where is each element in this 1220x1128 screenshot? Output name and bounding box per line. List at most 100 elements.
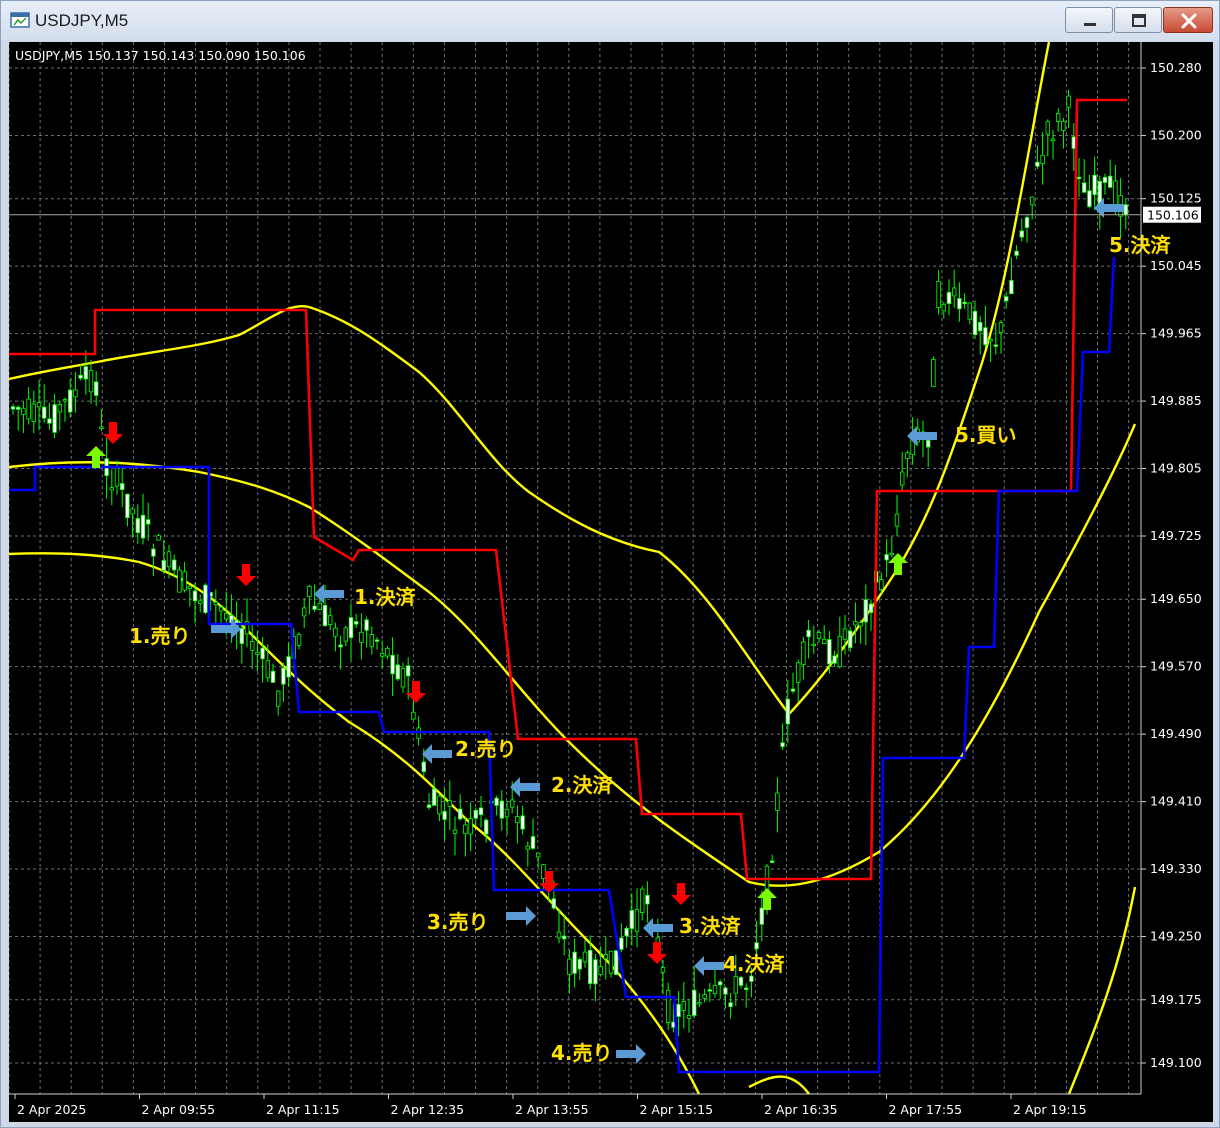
candle-body — [1082, 182, 1087, 193]
candle-body — [333, 627, 338, 637]
annotation-sell-label: 2.売り — [455, 737, 517, 761]
candle-body — [213, 601, 218, 605]
title-bar[interactable]: USDJPY,M5 — [1, 1, 1219, 41]
candle-body — [603, 954, 608, 960]
candle-body — [1050, 138, 1056, 142]
candle-body — [166, 551, 172, 568]
candle-body — [946, 291, 952, 304]
chart-header: USDJPY,M5 150.137 150.143 150.090 150.10… — [15, 48, 306, 63]
candle-body — [848, 630, 853, 649]
maximize-button[interactable] — [1114, 7, 1162, 33]
y-tick-label: 149.250 — [1150, 929, 1202, 944]
y-tick-label: 149.175 — [1150, 992, 1202, 1007]
candle-body — [926, 439, 931, 448]
y-tick-label: 150.280 — [1150, 60, 1202, 75]
candle-body — [114, 467, 120, 487]
candle-body — [275, 690, 281, 707]
candle-body — [801, 641, 806, 665]
candle-body — [962, 301, 967, 305]
candle-body — [983, 327, 988, 346]
candle-body — [1092, 174, 1097, 196]
candle-body — [707, 989, 712, 992]
x-tick-label: 2 Apr 15:15 — [640, 1102, 714, 1117]
close-icon — [1181, 13, 1197, 29]
candle-body — [478, 807, 484, 816]
candle-body — [1056, 113, 1061, 122]
candle-body — [1019, 230, 1024, 238]
annotation-exit-label: 1.決済 — [354, 585, 417, 609]
close-button[interactable] — [1163, 7, 1213, 33]
candle-body — [68, 389, 73, 413]
candle-body — [255, 651, 260, 655]
candle-body — [993, 344, 998, 347]
sell-arrow-icon — [103, 422, 123, 444]
candle-body — [249, 641, 255, 651]
candle-body — [281, 667, 286, 685]
candle-body — [223, 613, 229, 620]
candle-body — [723, 987, 728, 995]
candle-body — [177, 569, 182, 593]
candle-body — [1123, 204, 1128, 216]
candle-body — [442, 811, 447, 820]
minimize-button[interactable] — [1065, 7, 1113, 33]
candle-body — [608, 950, 614, 974]
sell-arrow-icon — [671, 883, 691, 905]
candle-body — [317, 602, 322, 610]
candle-body — [161, 560, 166, 571]
candle-body — [785, 698, 790, 725]
candle-body — [1014, 250, 1019, 256]
candle-body — [806, 629, 811, 638]
chart-window-icon — [10, 12, 30, 28]
candle-body — [260, 647, 265, 660]
candle-body — [733, 976, 738, 994]
maximize-icon — [1132, 14, 1146, 27]
candle-body — [322, 604, 328, 627]
window-title: USDJPY,M5 — [35, 11, 129, 30]
chart-area[interactable]: 1.売り 1.決済 2.売り 2.決済 3.売り 3.決済 4.売り 4.決済 5.買い 5.決済… — [9, 42, 1213, 1122]
candle-body — [598, 965, 603, 975]
candle-body — [1087, 190, 1092, 207]
candle-body — [88, 369, 94, 393]
exit-arrow-icon — [314, 584, 344, 604]
candle-body — [463, 824, 468, 835]
annotation-exit-label: 2.決済 — [551, 773, 614, 797]
channel-high-line — [9, 98, 1127, 881]
candle-body — [676, 1003, 681, 1017]
minimize-icon — [1084, 23, 1096, 26]
candle-body — [759, 907, 764, 925]
candle-body — [536, 852, 541, 858]
candle-body — [1066, 95, 1071, 108]
candle-body — [301, 607, 307, 617]
candle-body — [905, 452, 910, 459]
price-chart[interactable]: 1.売り 1.決済 2.売り 2.決済 3.売り 3.決済 4.売り 4.決済 5.買い 5.決済… — [9, 42, 1213, 1122]
candle-body — [94, 381, 99, 396]
candle-body — [62, 399, 68, 402]
candle-body — [125, 493, 130, 519]
candle-body — [26, 398, 31, 420]
annotation-exit-label: 3.決済 — [679, 914, 742, 938]
candle-body — [109, 487, 114, 491]
candle-body — [1102, 177, 1108, 183]
candle-body — [697, 1001, 702, 1005]
y-tick-label: 150.125 — [1150, 191, 1202, 206]
candle-body — [343, 627, 348, 642]
candle-body — [504, 808, 510, 818]
candle-body — [359, 631, 364, 643]
candle-body — [400, 668, 406, 688]
candle-body — [827, 639, 832, 665]
candle-body — [998, 322, 1004, 334]
candle-body — [822, 638, 827, 644]
candle-body — [187, 585, 192, 589]
candle-body — [894, 513, 900, 527]
candle-body — [816, 632, 822, 639]
candle-body — [837, 636, 842, 668]
current-price-label: 150.106 — [1147, 208, 1199, 223]
candle-body — [192, 590, 198, 602]
candle-body — [1004, 296, 1009, 302]
candle-body — [405, 665, 411, 677]
candle-body — [385, 647, 390, 657]
candle-body — [457, 808, 463, 820]
candle-body — [572, 951, 577, 974]
candle-body — [567, 958, 572, 975]
candle-body — [614, 950, 619, 975]
